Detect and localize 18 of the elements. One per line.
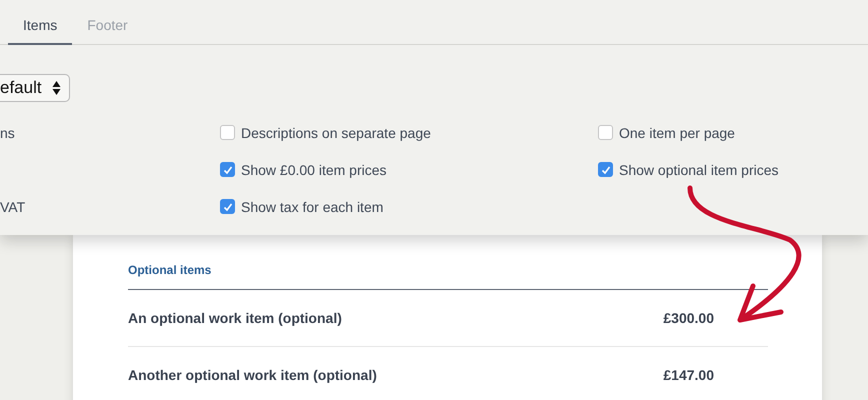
tab[interactable]: Items — [8, 10, 72, 45]
check-icon — [222, 200, 234, 212]
item-name: An optional work item (optional) — [128, 310, 342, 326]
updown-icon — [52, 80, 61, 96]
option-label: VAT — [0, 198, 26, 214]
check-icon — [222, 164, 234, 176]
check-icon — [600, 164, 612, 176]
item-price: £300.00 — [663, 310, 714, 326]
option-checkbox[interactable]: Show £0.00 item prices — [220, 162, 387, 178]
section-heading: Optional items — [128, 263, 768, 290]
option-checkbox[interactable]: Descriptions on separate page — [220, 124, 431, 140]
option-checkbox[interactable]: Show tax for each item — [220, 198, 384, 214]
option-checkbox[interactable]: Show optional item prices — [598, 162, 779, 178]
item-price: £147.00 — [663, 367, 714, 383]
item-name: Another optional work item (optional) — [128, 367, 377, 383]
option-label: ns — [0, 124, 15, 140]
style-select[interactable]: efault — [0, 74, 70, 102]
option-checkbox[interactable]: One item per page — [598, 124, 735, 140]
